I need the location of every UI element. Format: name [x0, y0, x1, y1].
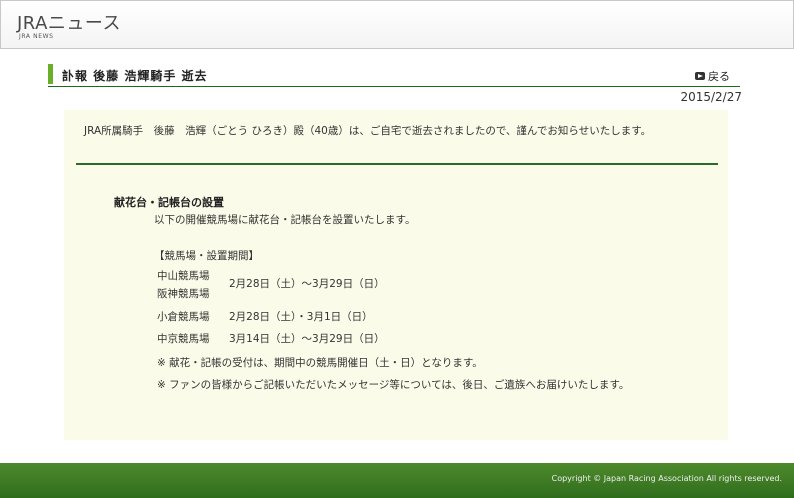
back-link[interactable]: 戻る: [695, 68, 730, 84]
site-header: JRAニュース JRA NEWS: [0, 0, 794, 49]
venue-period: 2月28日（土）・3月1日（日）: [229, 311, 373, 323]
site-title: JRAニュース: [17, 13, 121, 34]
article-date: 2015/2/27: [680, 90, 742, 104]
venues-heading: 【競馬場・設置期間】: [154, 250, 259, 262]
venue-period: 3月14日（土）～3月29日（日）: [229, 333, 385, 345]
intro-text: JRA所属騎手 後藤 浩輝（ごとう ひろき）殿（40歳）は、ご自宅で逝去されまし…: [84, 125, 652, 137]
venue-name: 中山競馬場: [157, 270, 210, 282]
venue-name: 中京競馬場: [157, 333, 210, 345]
note-text: ※ 献花・記帳の受付は、期間中の競馬開催日（土・日）となります。: [157, 357, 483, 369]
venue-period: 2月28日（土）～3月29日（日）: [229, 278, 385, 290]
section-description: 以下の開催競馬場に献花台・記帳台を設置いたします。: [154, 214, 416, 226]
venue-name: 阪神競馬場: [157, 288, 210, 300]
venue-name: 小倉競馬場: [157, 311, 210, 323]
section-title: 献花台・記帳台の設置: [114, 196, 224, 209]
article-header: 訃報 後藤 浩輝騎手 逝去 戻る: [48, 64, 740, 87]
venue-row: 小倉競馬場 2月28日（土）・3月1日（日）: [157, 309, 373, 324]
site-subtitle: JRA NEWS: [19, 33, 54, 40]
article-title: 訃報 後藤 浩輝騎手 逝去: [62, 69, 208, 83]
back-arrow-icon: [695, 72, 705, 80]
section-divider: [76, 163, 718, 165]
site-footer: Copyright © Japan Racing Association All…: [0, 463, 794, 498]
title-accent-bar: [48, 64, 53, 84]
copyright-text: Copyright © Japan Racing Association All…: [551, 474, 782, 483]
venue-row: 中山競馬場 阪神競馬場 2月28日（土）～3月29日（日）: [157, 267, 385, 303]
note-text: ※ ファンの皆様からご記帳いただいたメッセージ等については、後日、ご遺族へお届け…: [157, 379, 630, 391]
back-label: 戻る: [708, 70, 730, 83]
venue-row: 中京競馬場 3月14日（土）～3月29日（日）: [157, 331, 385, 346]
content-panel: JRA所属騎手 後藤 浩輝（ごとう ひろき）殿（40歳）は、ご自宅で逝去されまし…: [64, 110, 728, 440]
